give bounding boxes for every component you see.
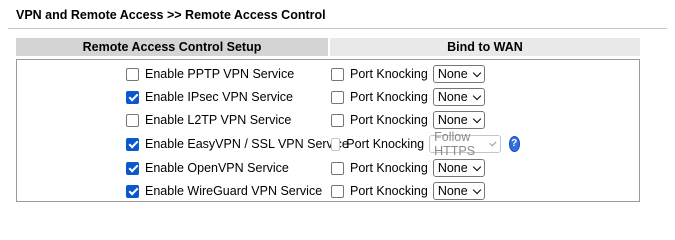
wan-select[interactable]: None [432, 159, 485, 177]
wan-select[interactable]: None [432, 88, 485, 106]
wan-select[interactable]: None [432, 65, 485, 83]
port-knocking-checkbox[interactable] [331, 67, 344, 81]
enable-openvpn-checkbox[interactable] [126, 161, 139, 175]
port-knocking-checkbox[interactable] [331, 113, 344, 127]
chevron-down-icon [472, 185, 481, 194]
wan-select[interactable]: None [432, 111, 485, 129]
service-label: Enable EasyVPN / SSL VPN Service [145, 137, 349, 151]
chevron-down-icon [472, 91, 481, 100]
port-knocking-label: Port Knocking [350, 90, 428, 104]
port-knocking-label: Port Knocking [350, 67, 428, 81]
service-label: Enable WireGuard VPN Service [145, 184, 323, 198]
chevron-down-icon [472, 68, 481, 77]
divider [8, 28, 667, 29]
enable-easyvpn-ssl-checkbox[interactable] [126, 137, 139, 151]
port-knocking-label: Port Knocking [350, 184, 428, 198]
service-label: Enable L2TP VPN Service [145, 113, 292, 127]
port-knocking-checkbox[interactable] [331, 137, 341, 151]
enable-ipsec-checkbox[interactable] [126, 90, 139, 104]
port-knocking-label: Port Knocking [346, 137, 425, 151]
header-bind-to-wan: Bind to WAN [330, 38, 640, 56]
header-remote-access-setup: Remote Access Control Setup [16, 38, 328, 56]
port-knocking-checkbox[interactable] [331, 90, 344, 104]
service-label: Enable PPTP VPN Service [145, 67, 295, 81]
wan-select[interactable]: None [432, 182, 485, 200]
enable-wireguard-checkbox[interactable] [126, 184, 139, 198]
port-knocking-checkbox[interactable] [331, 161, 344, 175]
port-knocking-label: Port Knocking [350, 161, 428, 175]
service-label: Enable OpenVPN Service [145, 161, 289, 175]
port-knocking-checkbox[interactable] [331, 184, 344, 198]
help-icon[interactable]: ? [508, 136, 520, 152]
chevron-down-icon [489, 138, 498, 147]
chevron-down-icon [472, 162, 481, 171]
settings-panel: Enable PPTP VPN Service Port Knocking No… [16, 59, 640, 202]
enable-l2tp-checkbox[interactable] [126, 113, 139, 127]
enable-pptp-checkbox[interactable] [126, 67, 139, 81]
port-knocking-label: Port Knocking [350, 113, 428, 127]
service-label: Enable IPsec VPN Service [145, 90, 293, 104]
wan-select[interactable]: Follow HTTPS [429, 130, 501, 158]
chevron-down-icon [472, 114, 481, 123]
breadcrumb: VPN and Remote Access >> Remote Access C… [16, 8, 326, 22]
